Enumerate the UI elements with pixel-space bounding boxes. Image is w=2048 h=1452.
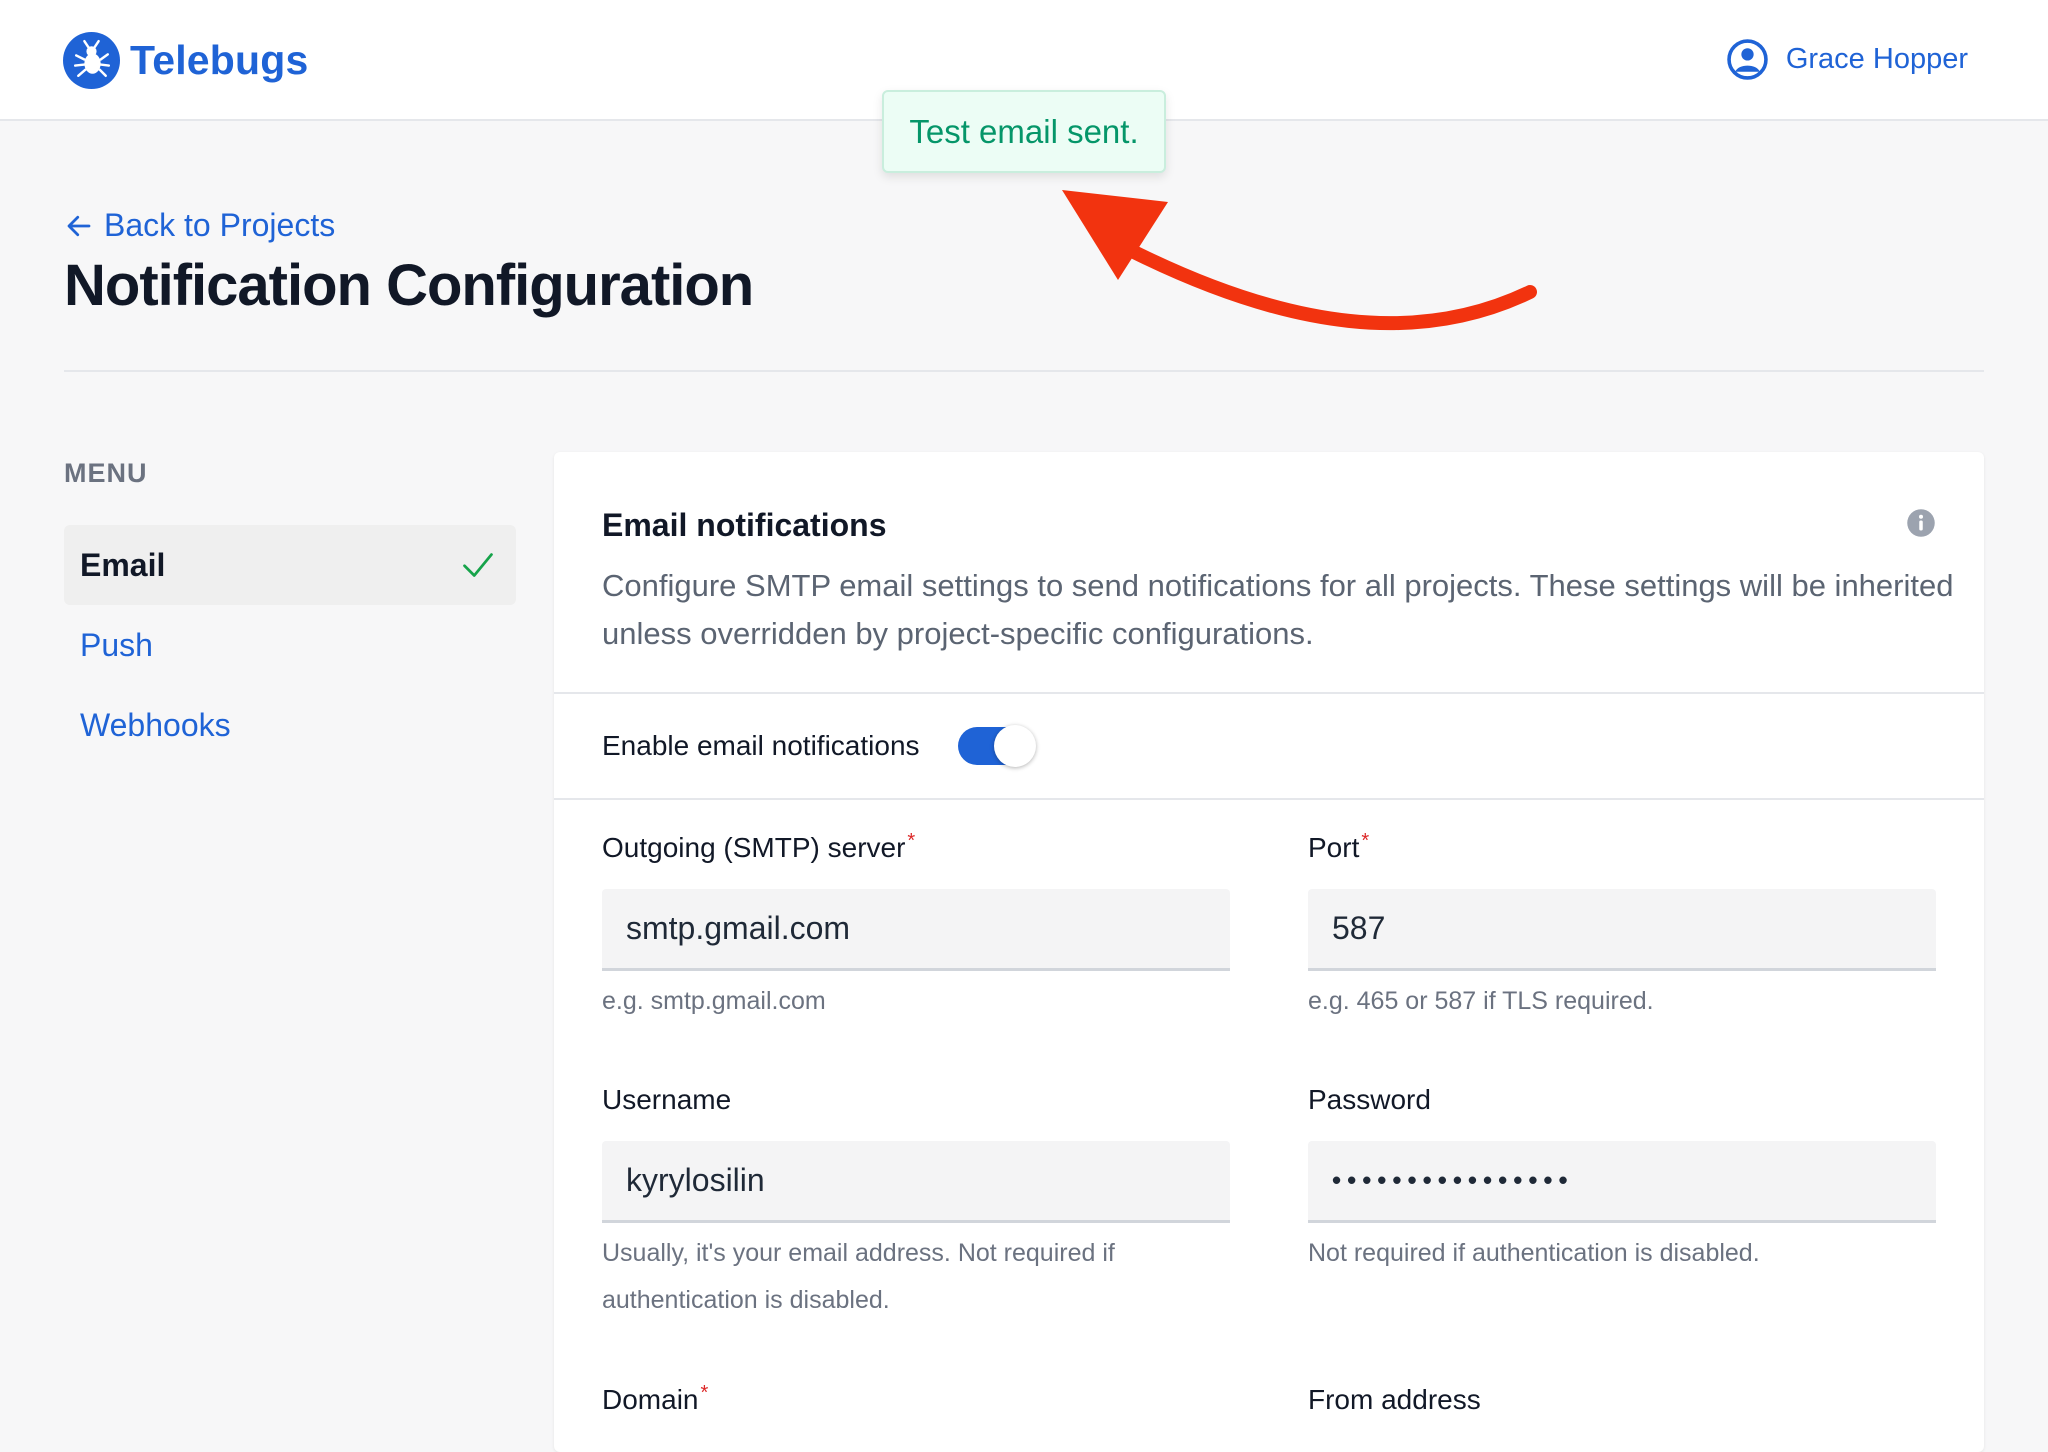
app-name: Telebugs [130, 37, 309, 83]
back-to-projects-link[interactable]: Back to Projects [64, 207, 335, 244]
annotation-arrow-icon [1062, 190, 1537, 331]
sidebar-item-webhooks[interactable]: Webhooks [64, 685, 516, 765]
card-description: Configure SMTP email settings to send no… [602, 568, 1954, 651]
sidebar-item-label: Email [80, 546, 166, 583]
success-toast: Test email sent. [882, 90, 1166, 173]
password-label: Password [1308, 1084, 1431, 1115]
smtp-server-hint: e.g. smtp.gmail.com [602, 987, 826, 1015]
sidebar-item-label: Webhooks [80, 706, 231, 743]
back-link-label: Back to Projects [104, 207, 336, 243]
section-divider [554, 798, 1984, 800]
username-label: Username [602, 1084, 732, 1115]
info-icon[interactable] [1906, 508, 1936, 538]
check-icon [463, 553, 493, 577]
smtp-server-input[interactable]: smtp.gmail.com [602, 889, 1230, 971]
card-title: Email notifications [602, 507, 887, 543]
arrow-left-icon [67, 215, 91, 236]
domain-label: Domain * [602, 1382, 709, 1415]
toggle-label: Enable email notifications [602, 730, 920, 761]
required-marker: * [700, 1382, 709, 1404]
password-input[interactable]: •••••••••••••••• [1308, 1141, 1936, 1223]
sidebar-item-label: Push [80, 626, 153, 663]
menu-heading: MENU [64, 458, 148, 488]
page-title: Notification Configuration [64, 253, 754, 318]
header-divider [64, 370, 1984, 372]
user-menu[interactable]: Grace Hopper [1727, 39, 1968, 80]
username-hint: Usually, it's your email address. Not re… [602, 1239, 1115, 1314]
user-name: Grace Hopper [1785, 43, 1968, 75]
required-marker: * [1361, 830, 1370, 852]
port-label: Port * [1308, 830, 1370, 863]
required-marker: * [907, 830, 916, 852]
toggle-knob [994, 725, 1036, 767]
username-input[interactable]: kyrylosilin [602, 1141, 1230, 1223]
sidebar-item-email[interactable]: Email [64, 525, 516, 605]
user-avatar-icon [1727, 39, 1768, 80]
password-hint: Not required if authentication is disabl… [1308, 1239, 1760, 1267]
smtp-server-label: Outgoing (SMTP) server * [602, 830, 916, 863]
bug-logo-icon [63, 32, 120, 89]
port-hint: e.g. 465 or 587 if TLS required. [1308, 987, 1654, 1015]
enable-email-toggle[interactable] [958, 725, 1036, 767]
sidebar-item-push[interactable]: Push [64, 605, 516, 685]
from-address-label: From address [1308, 1384, 1481, 1415]
app-logo[interactable]: Telebugs [63, 32, 309, 89]
email-settings-card: Email notifications Configure SMTP email… [554, 452, 1984, 1452]
port-input[interactable]: 587 [1308, 889, 1936, 971]
section-divider [554, 692, 1984, 694]
